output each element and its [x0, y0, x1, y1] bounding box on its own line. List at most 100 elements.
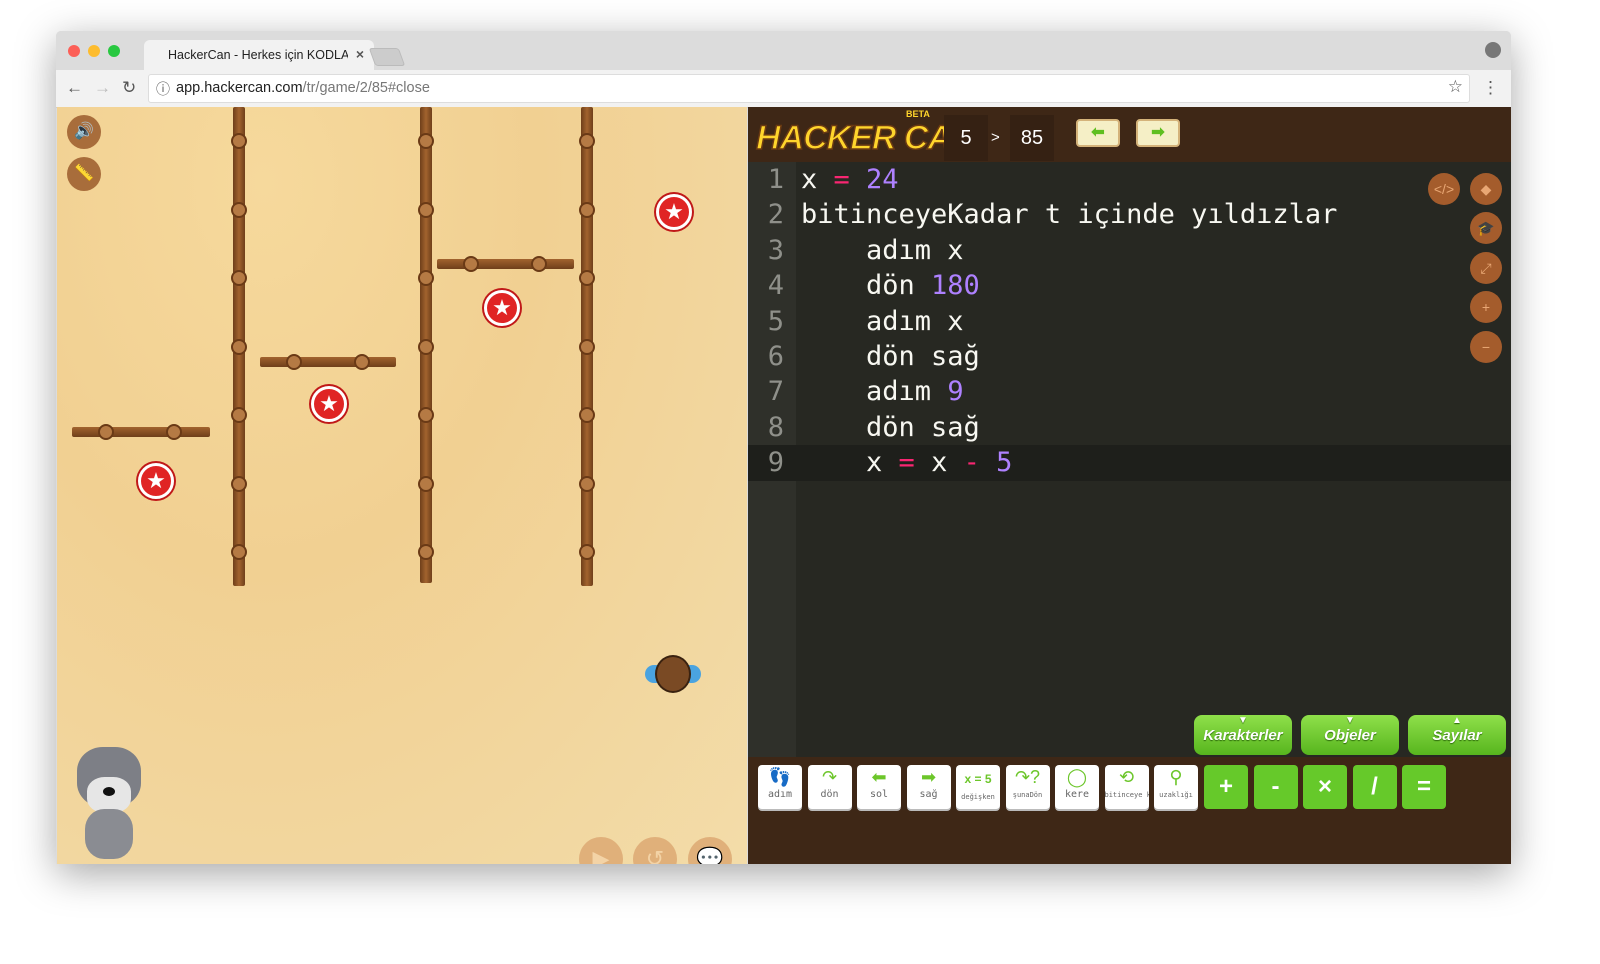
block-label: sol: [869, 789, 889, 800]
sound-icon[interactable]: 🔊: [67, 115, 101, 149]
line-number: 9: [767, 447, 784, 479]
minimize-window-button[interactable]: [88, 45, 100, 57]
dog-mascot: [69, 747, 149, 862]
ruler-icon[interactable]: 📏: [67, 157, 101, 191]
category-objeler-button[interactable]: ▼ Objeler: [1301, 715, 1399, 755]
url-input[interactable]: ⓘ app.hackercan.com/tr/game/2/85#close ☆: [148, 74, 1470, 103]
code-text: adım x: [801, 304, 964, 339]
operator-button[interactable]: -: [1253, 765, 1298, 809]
eraser-icon[interactable]: ◆: [1470, 173, 1502, 205]
operator-button[interactable]: +: [1204, 765, 1248, 809]
hint-button[interactable]: 💬: [688, 837, 732, 864]
code-token: x: [801, 447, 899, 479]
reload-icon[interactable]: ↻: [122, 78, 136, 98]
info-icon[interactable]: ⓘ: [156, 79, 170, 99]
code-block-0[interactable]: 👣 adım: [758, 765, 802, 809]
wall-bolt: [531, 256, 547, 272]
block-label: adım: [767, 789, 793, 800]
code-block-6[interactable]: ◯ kere: [1055, 765, 1099, 809]
operator-button[interactable]: ×: [1303, 765, 1347, 809]
code-token: =: [817, 164, 867, 195]
bookmark-star-icon[interactable]: ☆: [1448, 77, 1463, 97]
code-view-icon[interactable]: </>: [1428, 173, 1460, 205]
code-block-7[interactable]: ⟲ bitinceye kadar: [1104, 765, 1149, 809]
next-level-button[interactable]: ➡: [1136, 119, 1180, 147]
zoom-in-icon[interactable]: +: [1470, 291, 1502, 323]
world-number: 5: [944, 115, 988, 161]
tutorial-cap-icon[interactable]: 🎓: [1470, 212, 1502, 244]
close-window-button[interactable]: [68, 45, 80, 57]
forward-icon[interactable]: →: [94, 78, 111, 98]
block-icon: ⚲: [1169, 767, 1183, 787]
code-token: -: [963, 447, 980, 479]
wall-bolt: [579, 407, 595, 423]
maximize-window-button[interactable]: [108, 45, 120, 57]
horizontal-wall: [260, 357, 396, 367]
previous-level-button[interactable]: ⬅: [1076, 119, 1120, 147]
wall-bolt: [286, 354, 302, 370]
category-karakterler-button[interactable]: ▼ Karakterler: [1194, 715, 1292, 755]
code-line[interactable]: 6 dön sağ: [748, 339, 1511, 374]
code-text: x = x - 5: [801, 445, 1012, 480]
profile-icon[interactable]: [1485, 42, 1501, 58]
line-number: 5: [767, 305, 784, 337]
code-line[interactable]: 4 dön 180: [748, 268, 1511, 303]
code-editor[interactable]: 1x = 24 2 bitinceyeKadar t içinde yıldızla…: [748, 162, 1511, 481]
wall-bolt: [579, 544, 595, 560]
game-canvas[interactable]: 🔊 📏 ★ ★ ★ ★ ▶ ↺ 💬: [57, 107, 747, 864]
code-token: bitinceyeKadar t içinde yıldızlar: [801, 199, 1338, 231]
reset-button[interactable]: ↺: [633, 837, 677, 864]
code-block-1[interactable]: ↷ dön: [807, 765, 852, 809]
code-token: 9: [947, 376, 964, 408]
url-path: /tr/game/2/85#close: [302, 80, 430, 96]
code-line[interactable]: 8 dön sağ: [748, 410, 1511, 445]
code-text: dön sağ: [801, 339, 980, 374]
code-line[interactable]: 9 x = x - 5: [748, 445, 1511, 481]
address-bar: ← → ↻ ⓘ app.hackercan.com/tr/game/2/85#c…: [56, 70, 1511, 108]
code-block-3[interactable]: ➡ sağ: [906, 765, 951, 809]
level-separator: >: [991, 129, 1000, 146]
close-tab-icon[interactable]: ×: [356, 46, 364, 62]
block-toolbar: 👣 adım ↷ dön ⬅ sol ➡ sağ x = 5 değişken ↷? şunaDön ◯…: [748, 757, 1511, 864]
category-sayilar-button[interactable]: ▲ Sayılar: [1408, 715, 1506, 755]
code-line[interactable]: 7 adım 9: [748, 374, 1511, 409]
wall-bolt: [231, 133, 247, 149]
code-token: =: [898, 447, 915, 479]
tab-bar: HackerCan - Herkes için KODLAMA ×: [56, 31, 1511, 70]
back-icon[interactable]: ←: [66, 78, 83, 98]
block-label: şunaDön: [1012, 791, 1043, 799]
code-token: 5: [979, 447, 1013, 479]
code-text: adım x: [801, 233, 964, 268]
code-block-8[interactable]: ⚲ uzaklığı: [1154, 765, 1198, 809]
wall-bolt: [231, 544, 247, 560]
code-block-4[interactable]: x = 5 değişken: [956, 765, 1000, 809]
code-line[interactable]: 1x = 24: [748, 162, 1511, 197]
new-tab-button[interactable]: [368, 48, 406, 66]
block-icon: ⬅: [871, 767, 887, 787]
wall-bolt: [98, 424, 114, 440]
code-block-2[interactable]: ⬅ sol: [857, 765, 901, 809]
menu-icon[interactable]: ⋮: [1482, 78, 1499, 98]
code-token: 180: [931, 270, 980, 302]
line-number: 1: [767, 164, 784, 195]
url-host: app.hackercan.com: [176, 80, 303, 96]
operator-button[interactable]: /: [1352, 765, 1397, 809]
zoom-out-icon[interactable]: −: [1470, 331, 1502, 363]
code-token: adım x: [801, 234, 964, 266]
code-line[interactable]: 5 adım x: [748, 304, 1511, 339]
block-icon: ➡: [920, 767, 937, 787]
fullscreen-icon[interactable]: ⤢: [1470, 252, 1502, 284]
play-button[interactable]: ▶: [579, 837, 623, 864]
operator-button[interactable]: =: [1402, 765, 1446, 809]
browser-tab[interactable]: HackerCan - Herkes için KODLAMA ×: [144, 40, 374, 70]
beta-label: BETA: [906, 109, 930, 119]
horizontal-wall: [72, 427, 210, 437]
wall-bolt: [166, 424, 182, 440]
wall-bolt: [231, 201, 247, 218]
level-number: 85: [1010, 115, 1054, 161]
code-block-5[interactable]: ↷? şunaDön: [1005, 765, 1050, 809]
code-line[interactable]: 2 bitinceyeKadar t içinde yıldızlar: [748, 197, 1511, 232]
line-number: 7: [767, 376, 784, 408]
wall-bolt: [354, 354, 370, 370]
code-line[interactable]: 3 adım x: [748, 233, 1511, 268]
